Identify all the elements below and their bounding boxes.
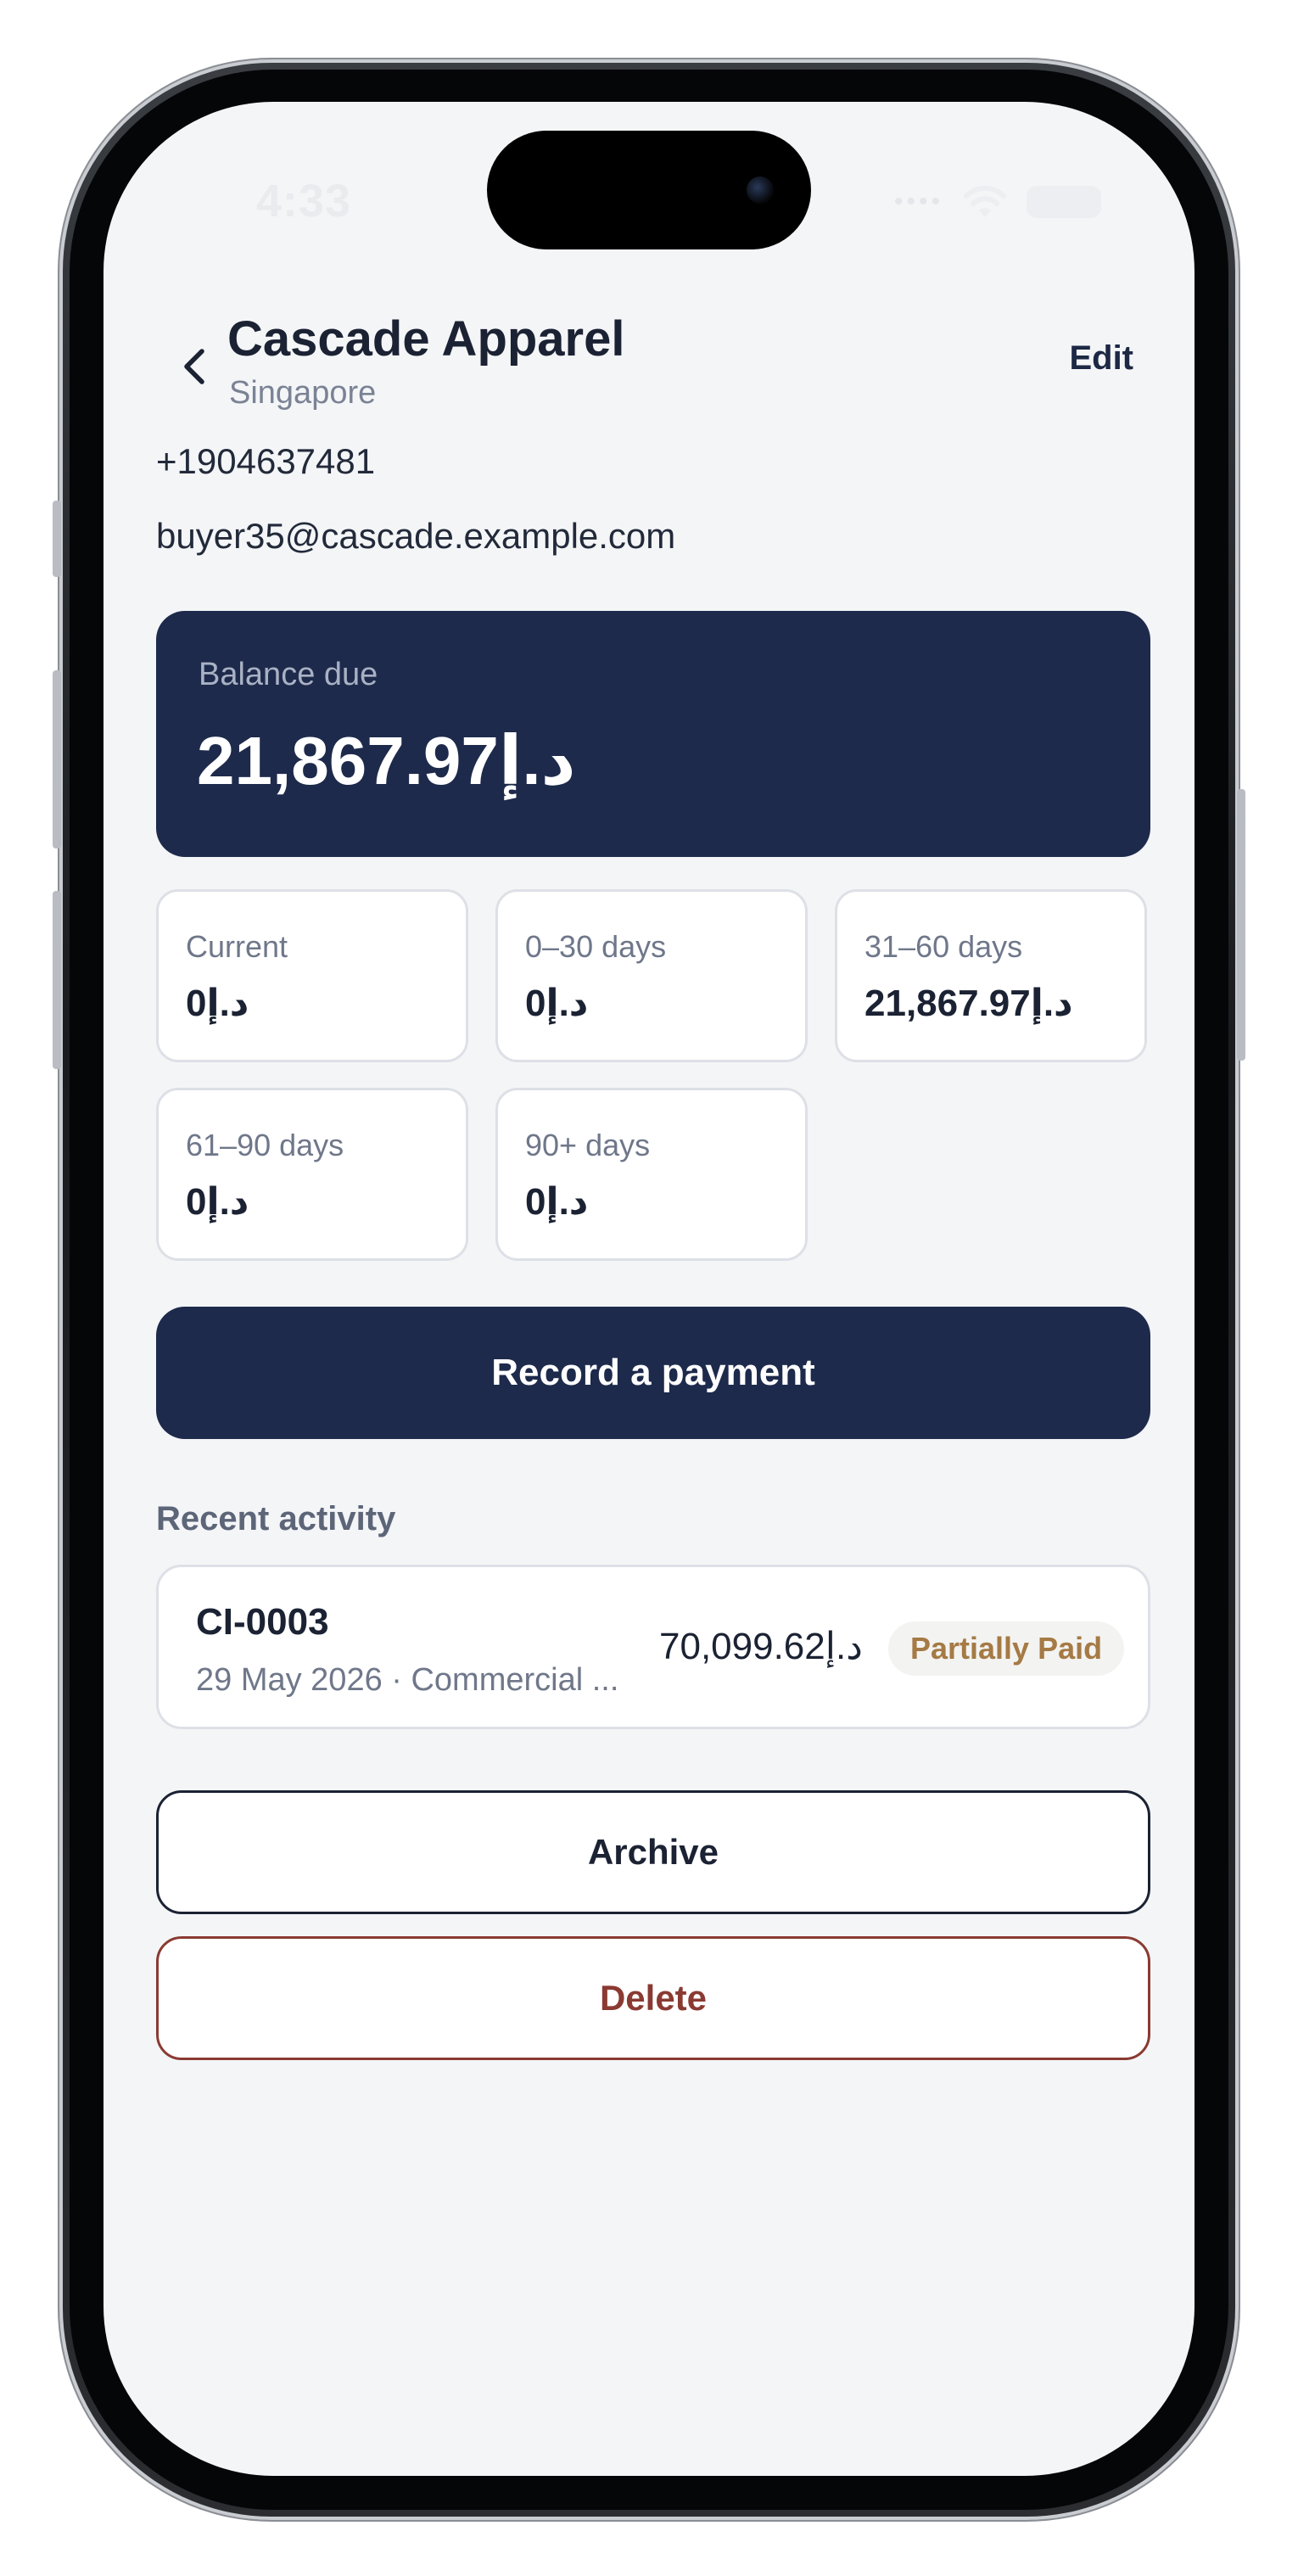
aging-tile-90-plus: 90+ days 0د.إ <box>495 1088 808 1261</box>
volume-down-button <box>53 891 61 1069</box>
status-time: 4:33 <box>256 176 352 227</box>
recent-activity-title: Recent activity <box>156 1500 396 1537</box>
battery-icon <box>1027 186 1101 218</box>
list-item[interactable]: CI-0003 29 May 2026 · Commercial ... 70,… <box>156 1565 1150 1729</box>
power-button <box>1237 789 1245 1061</box>
aging-tile-value: 0د.إ <box>525 1181 589 1223</box>
aging-tile-31-60: 31–60 days 21,867.97د.إ <box>835 889 1147 1062</box>
aging-tile-current: Current 0د.إ <box>156 889 468 1062</box>
delete-button[interactable]: Delete <box>156 1936 1150 2060</box>
invoice-id: CI-0003 <box>196 1601 329 1643</box>
invoice-amount: 70,099.62د.إ <box>659 1626 863 1667</box>
contact-phone[interactable]: +1904637481 <box>156 441 375 482</box>
aging-tile-value: 0د.إ <box>186 1181 249 1223</box>
action-button <box>53 501 61 577</box>
archive-button[interactable]: Archive <box>156 1790 1150 1914</box>
aging-tile-label: 31–60 days <box>864 929 1023 964</box>
aging-tile-value: 0د.إ <box>186 983 249 1024</box>
aging-tile-0-30: 0–30 days 0د.إ <box>495 889 808 1062</box>
chevron-left-icon[interactable] <box>170 341 221 392</box>
app-screen: 4:33 •••• Cascade Apparel Singapore Edit… <box>104 102 1194 2476</box>
aging-tile-label: 61–90 days <box>186 1128 344 1162</box>
status-indicators: •••• <box>894 185 1101 219</box>
page-title: Cascade Apparel <box>227 311 625 367</box>
contact-email[interactable]: buyer35@cascade.example.com <box>156 516 675 557</box>
invoice-meta: 29 May 2026 · Commercial ... <box>196 1662 619 1698</box>
balance-label: Balance due <box>199 657 378 692</box>
aging-tile-label: 90+ days <box>525 1128 651 1162</box>
aging-tile-label: Current <box>186 929 288 964</box>
dynamic-island <box>487 131 811 249</box>
record-payment-button[interactable]: Record a payment <box>156 1307 1150 1439</box>
aging-tile-61-90: 61–90 days 0د.إ <box>156 1088 468 1261</box>
balance-amount: 21,867.97د.إ <box>197 723 576 798</box>
signal-dots-icon: •••• <box>893 188 943 216</box>
volume-up-button <box>53 670 61 848</box>
edit-button[interactable]: Edit <box>1069 339 1133 378</box>
camera-icon <box>747 176 774 204</box>
aging-tile-value: 0د.إ <box>525 983 589 1024</box>
aging-tile-label: 0–30 days <box>525 929 667 964</box>
aging-tile-value: 21,867.97د.إ <box>864 983 1073 1024</box>
page-subtitle: Singapore <box>229 375 377 411</box>
wifi-icon <box>964 185 1006 217</box>
balance-card: Balance due 21,867.97د.إ <box>156 611 1150 857</box>
status-badge: Partially Paid <box>888 1621 1125 1676</box>
